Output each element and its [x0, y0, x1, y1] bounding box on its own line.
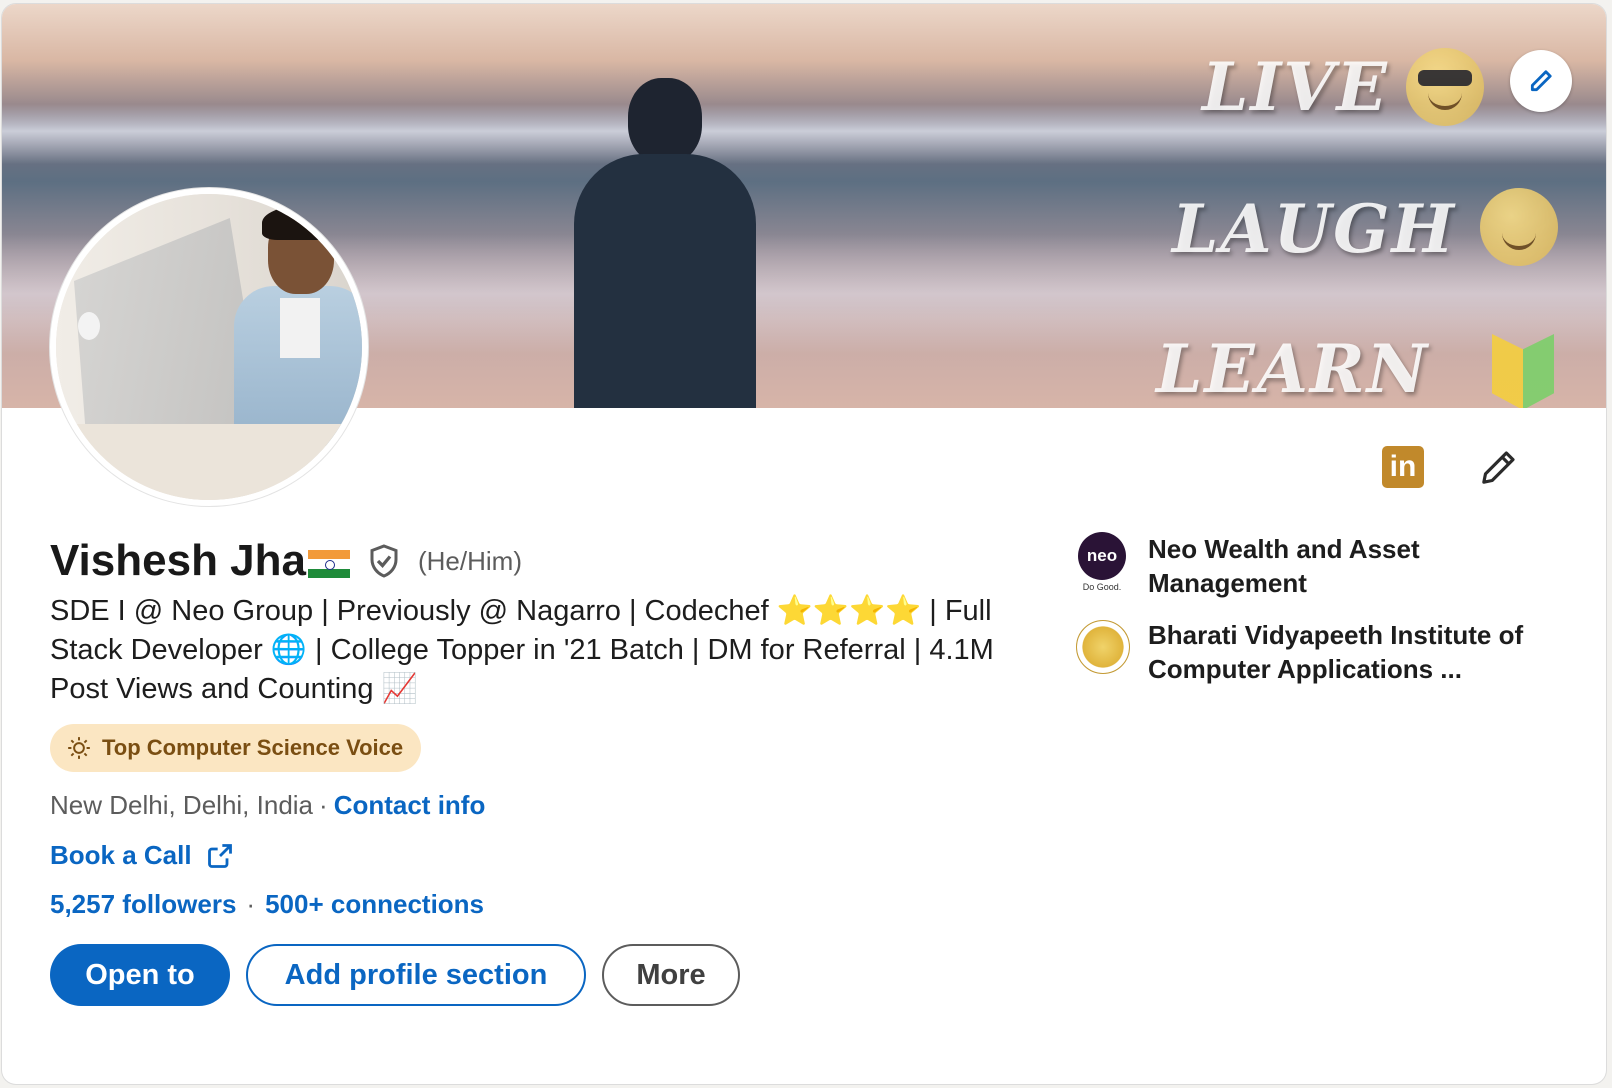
school-name: Bharati Vidyapeeth Institute of Computer… [1148, 620, 1524, 684]
contact-info-link[interactable]: Contact info [334, 790, 486, 821]
india-flag-icon [308, 550, 350, 578]
banner-word-learn: LEARN [1156, 330, 1430, 408]
sunglasses-emoji-icon [1406, 48, 1484, 126]
top-voice-badge[interactable]: Top Computer Science Voice [50, 724, 422, 772]
add-profile-section-button[interactable]: Add profile section [246, 944, 586, 1006]
book-call-link[interactable]: Book a Call [50, 840, 192, 871]
book-call-row[interactable]: Book a Call [50, 840, 234, 871]
location-row: New Delhi, Delhi, India · Contact info [50, 790, 485, 821]
followers-link[interactable]: 5,257 followers [50, 889, 236, 920]
lightbulb-icon [68, 737, 90, 759]
profile-photo[interactable] [50, 188, 368, 506]
more-button[interactable]: More [602, 944, 740, 1006]
location-separator: · [319, 790, 328, 820]
badge-label: Top Computer Science Voice [102, 735, 404, 760]
network-row: 5,257 followers · 500+ connections [50, 889, 484, 920]
pencil-icon [1530, 70, 1552, 92]
profile-headline: SDE I @ Neo Group | Previously @ Nagarro… [50, 595, 994, 705]
company-name: Neo Wealth and Asset Management [1148, 534, 1420, 598]
pronouns: (He/Him) [418, 545, 522, 576]
profile-name: Vishesh Jha [50, 536, 306, 585]
banner-word-live: LIVE [1202, 48, 1389, 126]
open-to-button[interactable]: Open to [50, 944, 230, 1006]
neo-logo-icon: neo Do Good. [1074, 532, 1130, 592]
education-school[interactable]: Bharati Vidyapeeth Institute of Computer… [1074, 618, 1544, 686]
edit-banner-button[interactable] [1510, 50, 1572, 112]
banner-word-laugh: LAUGH [1172, 190, 1456, 268]
linkedin-icon[interactable]: in [1382, 446, 1424, 488]
smile-emoji-icon [1480, 188, 1558, 266]
connections-link[interactable]: 500+ connections [265, 889, 484, 920]
edit-intro-button[interactable] [1476, 446, 1520, 490]
school-seal-icon [1074, 618, 1130, 674]
apple-logo-icon [78, 312, 100, 340]
banner-person-body [574, 154, 756, 408]
verified-shield-icon[interactable] [366, 543, 402, 579]
profile-card: LIVE LAUGH LEARN in Vishesh Jha (He/Him)… [2, 4, 1606, 1084]
banner-person-head [628, 78, 702, 164]
location: New Delhi, Delhi, India [50, 790, 314, 820]
experience-education-summary: neo Do Good. Neo Wealth and Asset Manage… [1074, 532, 1544, 704]
pencil-icon [1482, 451, 1515, 484]
name-row: Vishesh Jha (He/Him) [50, 536, 522, 586]
network-separator: · [246, 889, 256, 919]
current-company[interactable]: neo Do Good. Neo Wealth and Asset Manage… [1074, 532, 1544, 600]
profile-actions: Open to Add profile section More [50, 944, 740, 1006]
external-link-icon [207, 843, 232, 868]
